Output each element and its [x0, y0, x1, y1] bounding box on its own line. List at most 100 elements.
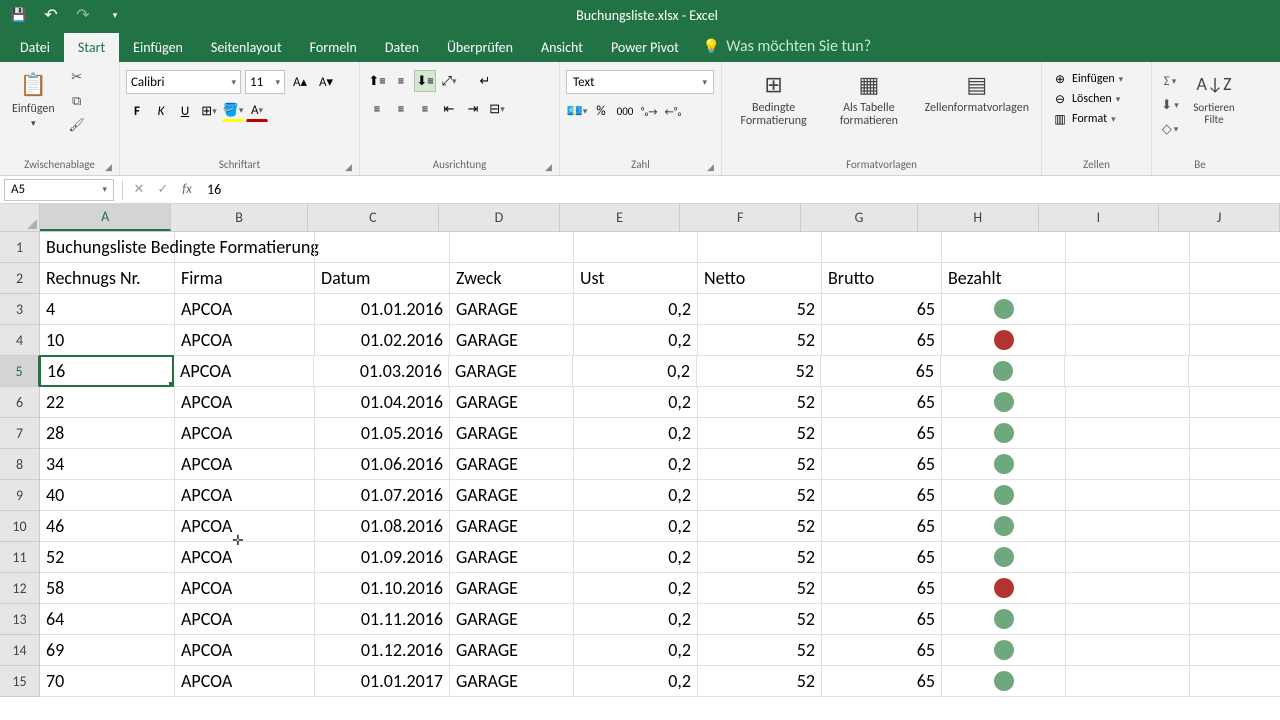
cell[interactable]: Brutto — [822, 263, 942, 294]
cell[interactable] — [1190, 511, 1280, 542]
cell[interactable]: 65 — [822, 511, 942, 542]
dialog-launcher-icon[interactable]: ◢ — [545, 162, 555, 172]
cell[interactable]: 65 — [822, 325, 942, 356]
cell[interactable]: 65 — [821, 356, 941, 387]
row-headers[interactable]: 123456789101112131415 — [0, 232, 40, 697]
cell[interactable] — [1189, 356, 1280, 387]
cell[interactable] — [942, 604, 1066, 635]
tab-ansicht[interactable]: Ansicht — [527, 33, 597, 62]
wrap-text-icon[interactable]: ↵ — [474, 70, 496, 92]
cell[interactable] — [1066, 263, 1190, 294]
cell[interactable]: 01.11.2016 — [315, 604, 450, 635]
cell[interactable]: GARAGE — [450, 604, 574, 635]
decrease-decimal-icon[interactable]: ←⁰₀ — [662, 100, 684, 122]
cell[interactable]: Buchungsliste Bedingte Formatierung — [40, 232, 175, 263]
cell[interactable]: 52 — [698, 511, 822, 542]
dialog-launcher-icon[interactable]: ◢ — [345, 162, 355, 172]
paste-button[interactable]: 📋 Einfügen ▾ — [6, 66, 61, 158]
tab-daten[interactable]: Daten — [371, 33, 433, 62]
cell[interactable]: 52 — [698, 418, 822, 449]
col-header-E[interactable]: E — [560, 204, 681, 231]
save-icon[interactable]: 💾 — [10, 6, 28, 24]
align-bottom-icon[interactable]: ⬇≡ — [414, 70, 436, 92]
col-header-F[interactable]: F — [680, 204, 801, 231]
cell[interactable]: GARAGE — [450, 387, 574, 418]
cell[interactable]: GARAGE — [450, 542, 574, 573]
cell[interactable]: APCOA — [175, 387, 315, 418]
cell[interactable]: 46 — [40, 511, 175, 542]
col-header-G[interactable]: G — [801, 204, 918, 231]
accounting-format-icon[interactable]: 💶▾ — [566, 100, 588, 122]
row-header[interactable]: 5 — [0, 356, 40, 387]
dialog-launcher-icon[interactable]: ◢ — [105, 162, 115, 172]
insert-cells-button[interactable]: ⊕Einfügen▾ — [1048, 70, 1145, 88]
row-header[interactable]: 6 — [0, 387, 40, 418]
col-header-A[interactable]: A — [40, 204, 171, 231]
cell[interactable] — [698, 232, 822, 263]
row-header[interactable]: 2 — [0, 263, 40, 294]
cell[interactable]: 52 — [698, 294, 822, 325]
row-header[interactable]: 3 — [0, 294, 40, 325]
cell[interactable]: Zweck — [450, 263, 574, 294]
cell[interactable]: 52 — [698, 325, 822, 356]
percent-format-icon[interactable]: % — [590, 100, 612, 122]
font-name-select[interactable]: Calibri▾ — [126, 70, 241, 94]
cell[interactable]: Ust — [574, 263, 698, 294]
align-top-icon[interactable]: ⬆≡ — [366, 70, 388, 92]
decrease-font-icon[interactable]: A▾ — [315, 71, 337, 93]
cell[interactable]: 65 — [822, 418, 942, 449]
cell[interactable]: APCOA — [175, 294, 315, 325]
cell[interactable]: 52 — [698, 542, 822, 573]
cell[interactable] — [942, 542, 1066, 573]
cell[interactable] — [1065, 356, 1189, 387]
fill-color-button[interactable]: 🪣▾ — [222, 100, 244, 122]
delete-cells-button[interactable]: ⊖Löschen▾ — [1048, 90, 1145, 108]
col-header-B[interactable]: B — [171, 204, 307, 231]
tab-überprüfen[interactable]: Überprüfen — [433, 33, 527, 62]
col-header-D[interactable]: D — [439, 204, 560, 231]
cell[interactable]: Rechnugs Nr. — [40, 263, 175, 294]
cell[interactable]: 52 — [698, 635, 822, 666]
cell[interactable]: 01.08.2016 — [315, 511, 450, 542]
row-header[interactable]: 12 — [0, 573, 40, 604]
cell[interactable]: GARAGE — [450, 511, 574, 542]
spreadsheet-grid[interactable]: ABCDEFGHIJ 123456789101112131415 Buchung… — [0, 204, 1280, 232]
cell[interactable]: 01.05.2016 — [315, 418, 450, 449]
cell[interactable] — [942, 635, 1066, 666]
font-color-button[interactable]: A▾ — [246, 100, 268, 122]
undo-icon[interactable]: ↶ — [42, 6, 60, 24]
cell[interactable] — [175, 232, 315, 263]
fx-icon[interactable]: fx — [175, 179, 199, 201]
cell[interactable] — [1066, 511, 1190, 542]
cell[interactable]: Netto — [698, 263, 822, 294]
cell[interactable]: 69 — [40, 635, 175, 666]
conditional-formatting-button[interactable]: ⊞ Bedingte Formatierung — [728, 66, 819, 158]
cell[interactable]: 52 — [698, 449, 822, 480]
cell[interactable] — [1066, 542, 1190, 573]
cell[interactable]: 10 — [40, 325, 175, 356]
row-header[interactable]: 11 — [0, 542, 40, 573]
tab-formeln[interactable]: Formeln — [296, 33, 371, 62]
cell[interactable]: Firma — [175, 263, 315, 294]
cell[interactable]: 52 — [698, 573, 822, 604]
cell[interactable]: 01.01.2017 — [315, 666, 450, 697]
increase-indent-icon[interactable]: ⇥ — [462, 98, 484, 120]
cell[interactable] — [1066, 666, 1190, 697]
cell[interactable] — [450, 232, 574, 263]
cell[interactable] — [1066, 449, 1190, 480]
number-format-select[interactable]: Text▾ — [566, 70, 714, 94]
cell[interactable]: 0,2 — [574, 666, 698, 697]
cell[interactable]: 34 — [40, 449, 175, 480]
row-header[interactable]: 14 — [0, 635, 40, 666]
cell[interactable]: GARAGE — [450, 573, 574, 604]
cell[interactable]: 52 — [698, 666, 822, 697]
format-painter-icon[interactable]: 🖌 — [65, 114, 89, 136]
cell[interactable]: 52 — [698, 387, 822, 418]
cell[interactable]: 01.06.2016 — [315, 449, 450, 480]
italic-button[interactable]: K — [150, 100, 172, 122]
cell[interactable]: 01.09.2016 — [315, 542, 450, 573]
enter-icon[interactable]: ✓ — [151, 179, 175, 201]
cell[interactable] — [1066, 294, 1190, 325]
cell[interactable] — [1066, 573, 1190, 604]
cell[interactable] — [941, 356, 1065, 387]
